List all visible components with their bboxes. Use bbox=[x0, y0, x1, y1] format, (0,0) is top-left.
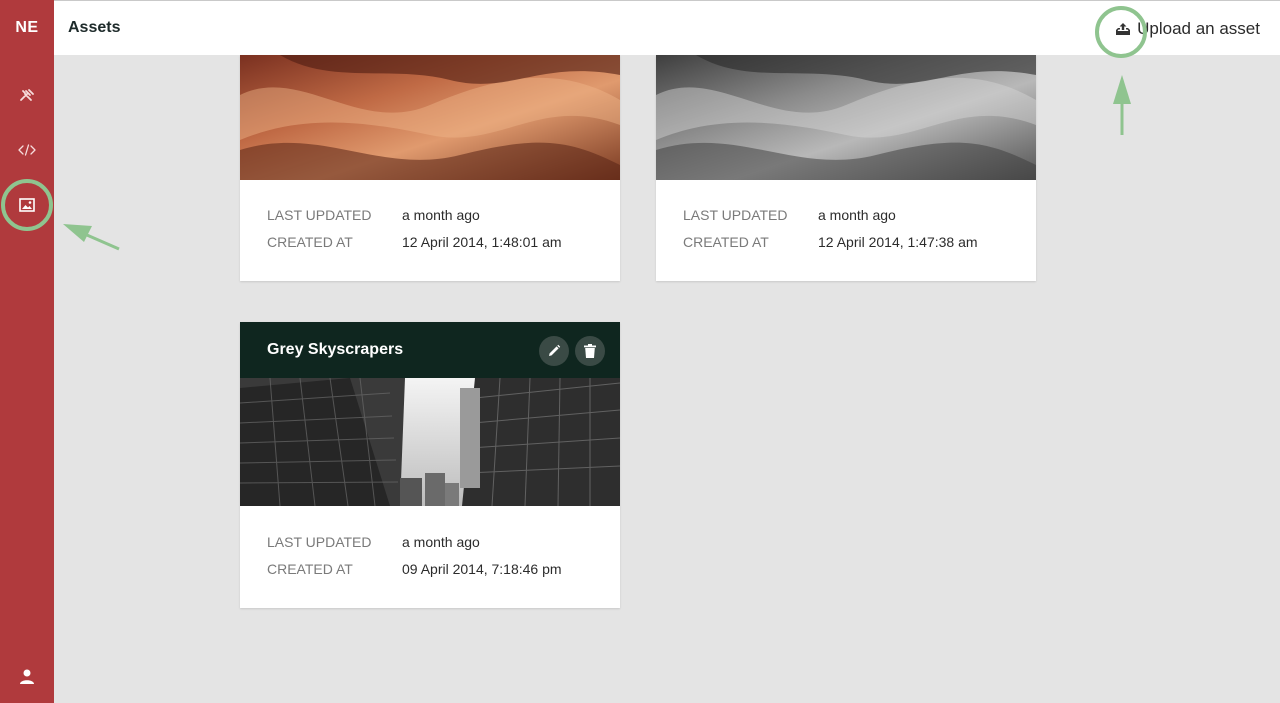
sidebar: NE bbox=[0, 0, 54, 703]
asset-thumbnail[interactable] bbox=[240, 55, 620, 180]
last-updated-label: LAST UPDATED bbox=[683, 206, 788, 223]
last-updated-label: LAST UPDATED bbox=[267, 533, 372, 550]
asset-card-header: Grey Skyscrapers bbox=[240, 322, 620, 378]
asset-thumbnail[interactable] bbox=[240, 378, 620, 506]
top-bar: Assets Upload an asset bbox=[54, 0, 1280, 55]
page-title: Assets bbox=[68, 19, 121, 36]
last-updated-label: LAST UPDATED bbox=[267, 206, 372, 223]
asset-meta: LAST UPDATED a month ago CREATED AT 09 Apr… bbox=[267, 528, 562, 582]
upload-asset-label: Upload an asset bbox=[1137, 19, 1260, 38]
sidebar-item-assets[interactable] bbox=[0, 183, 54, 227]
sidebar-item-tools[interactable] bbox=[0, 73, 54, 117]
tools-icon bbox=[20, 89, 34, 101]
annotation-overlay bbox=[1, 6, 1147, 251]
created-at-label: CREATED AT bbox=[267, 233, 353, 250]
code-icon bbox=[18, 144, 36, 156]
image-icon bbox=[19, 198, 35, 212]
arrow-to-assets bbox=[63, 224, 120, 251]
created-at-label: CREATED AT bbox=[267, 560, 353, 577]
last-updated-value: a month ago bbox=[402, 206, 480, 223]
asset-card[interactable]: Grey Skyscrapers LAST UPDATED a month ag… bbox=[240, 322, 620, 608]
sidebar-item-code[interactable] bbox=[0, 128, 54, 172]
asset-card[interactable]: LAST UPDATED a month ago CREATED AT 12 Apr… bbox=[656, 55, 1036, 281]
created-at-value: 12 April 2014, 1:47:38 am bbox=[818, 233, 978, 250]
arrow-to-upload bbox=[1113, 75, 1131, 135]
asset-thumbnail[interactable] bbox=[656, 55, 1036, 180]
asset-card[interactable]: LAST UPDATED a month ago CREATED AT 12 Apr… bbox=[240, 55, 620, 281]
pencil-icon bbox=[549, 344, 561, 356]
logo[interactable]: NE bbox=[0, 0, 54, 55]
edit-asset-button[interactable] bbox=[539, 336, 569, 366]
upload-asset-button[interactable]: Upload an asset bbox=[1115, 15, 1260, 43]
created-at-label: CREATED AT bbox=[683, 233, 769, 250]
sidebar-item-account[interactable] bbox=[0, 654, 54, 698]
asset-title: Grey Skyscrapers bbox=[267, 341, 404, 358]
asset-meta: LAST UPDATED a month ago CREATED AT 12 Apr… bbox=[267, 201, 562, 255]
created-at-value: 09 April 2014, 7:18:46 pm bbox=[402, 560, 562, 577]
trash-icon bbox=[584, 344, 596, 358]
asset-meta: LAST UPDATED a month ago CREATED AT 12 Apr… bbox=[683, 201, 978, 255]
user-icon bbox=[20, 669, 34, 684]
upload-icon bbox=[1116, 23, 1131, 35]
last-updated-value: a month ago bbox=[818, 206, 896, 223]
delete-asset-button[interactable] bbox=[575, 336, 605, 366]
last-updated-value: a month ago bbox=[402, 533, 480, 550]
created-at-value: 12 April 2014, 1:48:01 am bbox=[402, 233, 562, 250]
